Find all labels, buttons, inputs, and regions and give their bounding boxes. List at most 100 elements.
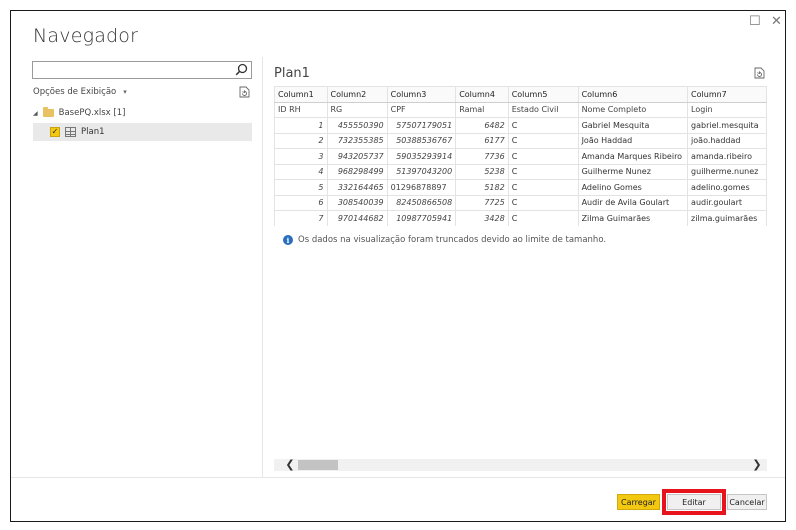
table-cell: Amanda Marques Ribeiro bbox=[577, 148, 689, 165]
collapse-icon[interactable]: ◢ bbox=[33, 110, 38, 117]
table-cell: C bbox=[507, 117, 579, 134]
column-header[interactable]: Column3 bbox=[386, 86, 457, 103]
table-row: 3 943205737 59035293914 7736 C Amanda Ma… bbox=[274, 148, 767, 165]
table-cell: Zilma Guimarães bbox=[577, 210, 689, 226]
table-cell: C bbox=[507, 194, 579, 211]
table-cell: João Haddad bbox=[577, 132, 689, 149]
table-cell: 5182 bbox=[455, 179, 509, 196]
table-cell: 308540039 bbox=[326, 194, 388, 211]
scroll-left-icon[interactable]: ❮ bbox=[284, 458, 296, 471]
close-icon[interactable]: ✕ bbox=[771, 15, 782, 29]
truncation-notice: i Os dados na visualização foram truncad… bbox=[283, 235, 606, 245]
table-cell: 943205737 bbox=[326, 148, 388, 165]
table-cell: Gabriel Mesquita bbox=[577, 117, 689, 134]
table-cell: zilma.guimarães bbox=[687, 210, 767, 226]
table-cell: 732355385 bbox=[326, 132, 388, 149]
table-cell: 82450866508 bbox=[386, 194, 457, 211]
table-cell: 10987705941 bbox=[386, 210, 457, 226]
scroll-right-icon[interactable]: ❯ bbox=[751, 458, 763, 471]
footer-divider bbox=[11, 477, 785, 478]
table-cell: 2 bbox=[274, 132, 328, 149]
table-row: 5 332164465 01296878897 5182 C Adelino G… bbox=[274, 179, 767, 196]
table-cell: 7 bbox=[274, 210, 328, 226]
table-cell: C bbox=[507, 132, 579, 149]
navigator-dialog: ☐ ✕ Navegador Opções de Exibição ▾ ◢ Bas… bbox=[10, 10, 786, 522]
table-cell: 59035293914 bbox=[386, 148, 457, 165]
search-icon[interactable] bbox=[235, 63, 248, 76]
maximize-icon[interactable]: ☐ bbox=[749, 15, 761, 29]
table-cell: Audir de Avila Goulart bbox=[577, 194, 689, 211]
table-cell: amanda.ribeiro bbox=[687, 148, 767, 165]
tree-item-sheet[interactable]: ✓ Plan1 bbox=[33, 123, 252, 141]
edit-button[interactable]: Editar bbox=[667, 494, 721, 510]
table-icon bbox=[65, 127, 76, 137]
sheet-label: Plan1 bbox=[81, 127, 105, 137]
table-cell: C bbox=[507, 148, 579, 165]
table-row: 2 732355385 50388536767 6177 C João Hadd… bbox=[274, 132, 767, 149]
column-header[interactable]: Column4 bbox=[455, 86, 509, 103]
display-options-label: Opções de Exibição bbox=[33, 87, 117, 97]
table-cell: joão.haddad bbox=[687, 132, 767, 149]
table-cell: 3428 bbox=[455, 210, 509, 226]
column-header[interactable]: Column7 bbox=[687, 86, 767, 103]
column-header[interactable]: Column6 bbox=[577, 86, 689, 103]
header-row: Column1 Column2 Column3 Column4 Column5 … bbox=[274, 86, 767, 103]
table-cell: CPF bbox=[386, 101, 457, 118]
folder-icon bbox=[42, 107, 54, 117]
table-cell: C bbox=[507, 163, 579, 180]
table-cell: audir.goulart bbox=[687, 194, 767, 211]
notice-text: Os dados na visualização foram truncados… bbox=[298, 235, 607, 245]
table-cell: C bbox=[507, 179, 579, 196]
sheet-checkbox[interactable]: ✓ bbox=[50, 127, 60, 137]
table-cell: 5 bbox=[274, 179, 328, 196]
table-cell: 6482 bbox=[455, 117, 509, 134]
table-cell: 6 bbox=[274, 194, 328, 211]
load-button[interactable]: Carregar bbox=[617, 494, 660, 510]
panel-divider bbox=[262, 57, 263, 477]
tree-item-file[interactable]: ◢ BasePQ.xlsx [1] bbox=[33, 107, 126, 118]
table-row: ID RH RG CPF Ramal Estado Civil Nome Com… bbox=[274, 101, 767, 118]
table-cell: guilherme.nunez bbox=[687, 163, 767, 180]
search-box bbox=[32, 61, 252, 83]
table-cell: Login bbox=[687, 101, 767, 118]
display-options-dropdown[interactable]: Opções de Exibição ▾ bbox=[33, 87, 127, 97]
info-icon: i bbox=[283, 235, 293, 245]
scroll-thumb[interactable] bbox=[298, 460, 338, 470]
dialog-title: Navegador bbox=[33, 25, 139, 47]
cancel-button[interactable]: Cancelar bbox=[727, 494, 767, 510]
column-header[interactable]: Column5 bbox=[507, 86, 579, 103]
table-cell: 332164465 bbox=[326, 179, 388, 196]
table-cell: 50388536767 bbox=[386, 132, 457, 149]
preview-table: Column1 Column2 Column3 Column4 Column5 … bbox=[274, 86, 767, 226]
preview-table-container[interactable]: Column1 Column2 Column3 Column4 Column5 … bbox=[274, 86, 767, 226]
table-row: 6 308540039 82450866508 7725 C Audir de … bbox=[274, 194, 767, 211]
table-row: 1 455550390 57507179051 6482 C Gabriel M… bbox=[274, 117, 767, 134]
table-cell: 3 bbox=[274, 148, 328, 165]
table-cell: 970144682 bbox=[326, 210, 388, 226]
table-cell: 7736 bbox=[455, 148, 509, 165]
table-cell: 455550390 bbox=[326, 117, 388, 134]
table-cell: 01296878897 bbox=[386, 179, 457, 196]
column-header[interactable]: Column2 bbox=[326, 86, 388, 103]
horizontal-scrollbar[interactable]: ❮ ❯ bbox=[274, 458, 767, 471]
table-cell: Adelino Gomes bbox=[577, 179, 689, 196]
table-cell: Estado Civil bbox=[507, 101, 579, 118]
table-cell: 1 bbox=[274, 117, 328, 134]
search-input[interactable] bbox=[33, 67, 228, 83]
refresh-icon[interactable] bbox=[239, 86, 250, 98]
table-cell: RG bbox=[326, 101, 388, 118]
table-cell: ID RH bbox=[274, 101, 328, 118]
table-cell: 51397043200 bbox=[386, 163, 457, 180]
table-row: 7 970144682 10987705941 3428 C Zilma Gui… bbox=[274, 210, 767, 226]
table-cell: 6177 bbox=[455, 132, 509, 149]
table-cell: 5238 bbox=[455, 163, 509, 180]
column-header[interactable]: Column1 bbox=[274, 86, 328, 103]
table-cell: 968298499 bbox=[326, 163, 388, 180]
table-cell: 4 bbox=[274, 163, 328, 180]
table-cell: 7725 bbox=[455, 194, 509, 211]
chevron-down-icon: ▾ bbox=[123, 88, 127, 96]
table-cell: Ramal bbox=[455, 101, 509, 118]
table-cell: adelino.gomes bbox=[687, 179, 767, 196]
refresh-icon[interactable] bbox=[754, 67, 765, 79]
file-label: BasePQ.xlsx [1] bbox=[58, 108, 126, 118]
